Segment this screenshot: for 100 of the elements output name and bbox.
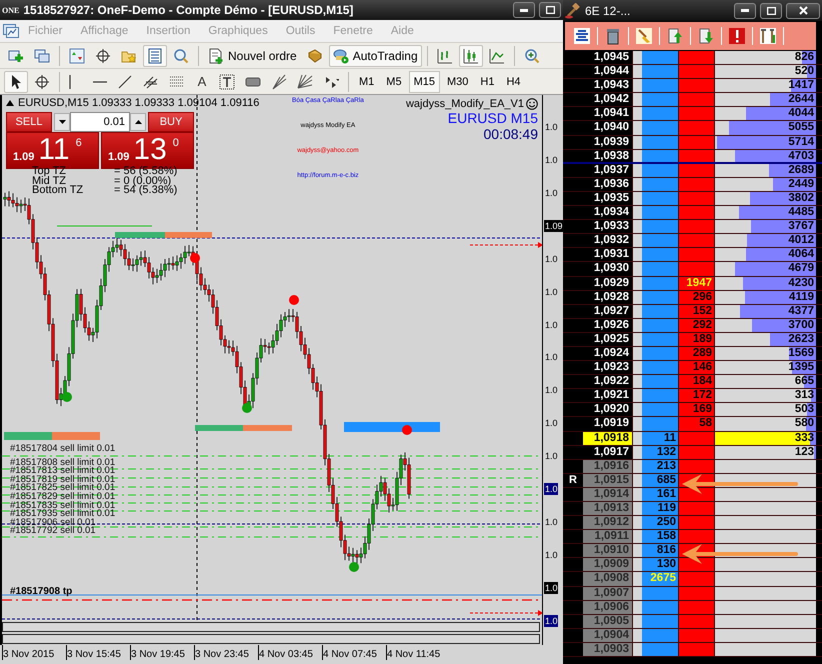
bid-cell[interactable] [642, 234, 678, 248]
bid-cell[interactable] [642, 51, 678, 64]
bid-cell[interactable] [642, 304, 678, 318]
bid-cell[interactable] [642, 389, 678, 402]
bid-cell[interactable] [642, 332, 678, 346]
timeframe-button[interactable]: M5 [381, 70, 407, 92]
bid-cell[interactable] [642, 192, 678, 206]
bid-cell[interactable] [642, 642, 678, 656]
price-cell[interactable]: 1,0915 [583, 474, 633, 487]
bid-cell[interactable] [642, 150, 678, 162]
buy-button[interactable]: BUY [148, 112, 194, 132]
bid-cell[interactable] [642, 136, 678, 149]
bid-cell[interactable] [642, 107, 678, 120]
autotrading-button[interactable]: AutoTrading [328, 44, 422, 66]
bid-cell[interactable] [642, 79, 678, 92]
bid-cell[interactable] [642, 318, 678, 332]
bid-cell[interactable] [642, 248, 678, 262]
ask-cell[interactable] [678, 206, 715, 220]
bid-cell[interactable] [642, 65, 678, 78]
data-window-button[interactable] [143, 44, 167, 66]
timeframe-button[interactable]: H4 [501, 70, 526, 92]
bid-cell[interactable] [642, 346, 678, 360]
bid-cell[interactable] [642, 178, 678, 191]
ask-cell[interactable] [678, 164, 715, 177]
increase-button[interactable] [130, 113, 146, 131]
ask-cell[interactable] [678, 93, 715, 106]
ask-cell[interactable] [678, 628, 715, 642]
bid-cell[interactable]: 158 [642, 530, 678, 544]
ask-cell[interactable] [678, 432, 715, 445]
price-cell[interactable]: 1,0916 [583, 460, 633, 473]
close-button[interactable] [786, 2, 820, 18]
bid-cell[interactable]: 213 [642, 460, 678, 473]
bid-cell[interactable]: 11 [642, 432, 678, 445]
new-order-button[interactable]: Nouvel ordre [204, 44, 301, 66]
ask-cell[interactable] [678, 248, 715, 262]
timeframe-button[interactable]: M15 [408, 70, 440, 92]
toolbar-button[interactable] [757, 25, 779, 47]
minimize-button[interactable] [513, 2, 535, 18]
ask-cell[interactable]: 172 [678, 389, 715, 402]
toolbar-button[interactable] [571, 25, 593, 47]
bid-cell[interactable] [642, 220, 678, 234]
bid-cell[interactable]: 685 [642, 474, 678, 487]
candles-button[interactable] [458, 44, 483, 66]
sell-button[interactable]: SELL [6, 112, 52, 132]
bid-cell[interactable]: 250 [642, 516, 678, 530]
bid-cell[interactable] [642, 586, 678, 600]
ask-cell[interactable] [678, 516, 715, 530]
ask-cell[interactable] [678, 51, 715, 64]
ask-cell[interactable]: 146 [678, 361, 715, 374]
bid-cell[interactable] [642, 403, 678, 416]
ask-cell[interactable] [678, 150, 715, 162]
timeframe-button[interactable]: M30 [442, 70, 474, 92]
bid-cell[interactable] [642, 164, 678, 177]
price-cell[interactable]: 1,0904 [583, 628, 633, 642]
ask-cell[interactable] [678, 136, 715, 149]
ask-cell[interactable] [678, 530, 715, 544]
ask-cell[interactable] [678, 234, 715, 248]
bid-cell[interactable] [642, 290, 678, 304]
ask-cell[interactable]: 296 [678, 290, 715, 304]
ask-cell[interactable]: 184 [678, 375, 715, 388]
ask-cell[interactable]: 1947 [678, 276, 715, 290]
ask-cell[interactable] [678, 572, 715, 586]
bid-cell[interactable] [642, 417, 678, 431]
ask-cell[interactable] [678, 121, 715, 135]
bid-cell[interactable] [642, 600, 678, 614]
price-cell[interactable]: 1,0910 [583, 544, 633, 558]
bid-cell[interactable] [642, 262, 678, 276]
price-cell[interactable]: 1,0905 [583, 614, 633, 628]
price-cell[interactable]: 1,0909 [583, 558, 633, 572]
timeframe-button[interactable]: H1 [475, 70, 500, 92]
ask-cell[interactable]: 169 [678, 403, 715, 416]
ask-cell[interactable]: 58 [678, 417, 715, 431]
ask-cell[interactable]: 289 [678, 346, 715, 360]
ask-cell[interactable] [678, 79, 715, 92]
maximize-button[interactable] [539, 2, 561, 18]
bid-cell[interactable] [642, 121, 678, 135]
maximize-button[interactable] [760, 2, 782, 18]
price-cell[interactable]: 1,0918 [583, 432, 633, 445]
bid-cell[interactable]: 161 [642, 488, 678, 501]
ask-cell[interactable] [678, 586, 715, 600]
bid-cell[interactable] [642, 206, 678, 220]
price-cell[interactable]: 1,0914 [583, 488, 633, 501]
ask-cell[interactable] [678, 558, 715, 572]
ask-cell[interactable]: 292 [678, 318, 715, 332]
price-cell[interactable]: 1,0912 [583, 516, 633, 530]
bid-cell[interactable]: 132 [642, 446, 678, 459]
toolbar-button[interactable] [633, 25, 655, 47]
ask-cell[interactable] [678, 220, 715, 234]
price-cell[interactable]: 1,0911 [583, 530, 633, 544]
lot-size-field[interactable]: 0.01 [70, 112, 130, 132]
bid-cell[interactable] [642, 614, 678, 628]
ask-cell[interactable] [678, 642, 715, 656]
toolbar-button[interactable] [726, 25, 748, 47]
ask-cell[interactable] [678, 502, 715, 516]
ask-cell[interactable] [678, 178, 715, 191]
price-cell[interactable]: 1,0908 [583, 572, 633, 586]
bid-cell[interactable]: 130 [642, 558, 678, 572]
bid-cell[interactable] [642, 276, 678, 290]
bid-cell[interactable] [642, 375, 678, 388]
ask-cell[interactable] [678, 192, 715, 206]
